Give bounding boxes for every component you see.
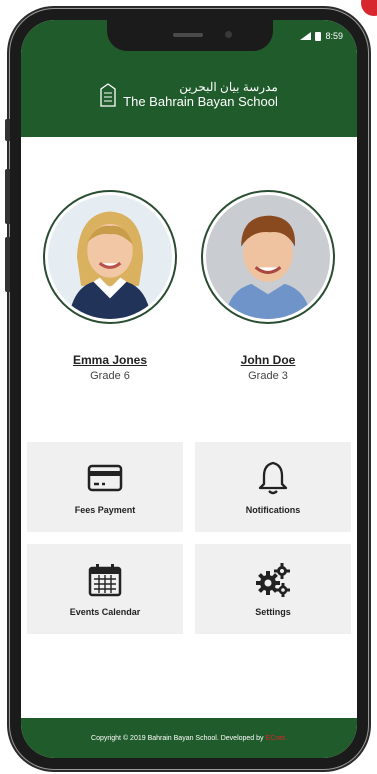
student-grade: Grade 3 <box>248 370 288 382</box>
app-footer: Copyright © 2019 Bahrain Bayan School. D… <box>21 718 357 758</box>
girl-avatar-icon <box>48 195 172 319</box>
school-branding: مدرسة بيان البحرين The Bahrain Bayan Sch… <box>21 80 357 110</box>
school-logo-icon <box>100 83 116 107</box>
student-name[interactable]: John Doe <box>241 353 296 367</box>
student-avatar[interactable] <box>201 190 335 324</box>
notifications-tile[interactable]: Notifications <box>195 442 351 532</box>
status-bar: 8:59 <box>300 31 343 41</box>
settings-tile[interactable]: Settings <box>195 544 351 634</box>
school-name-english: The Bahrain Bayan School <box>123 94 278 110</box>
app-header: 8:59 مدرسة بيان البحرين The Bahrain Baya… <box>21 20 357 137</box>
side-button <box>5 119 10 141</box>
tile-label: Settings <box>255 607 291 617</box>
student-grade: Grade 6 <box>90 370 130 382</box>
corner-badge <box>361 0 377 16</box>
student-card[interactable]: Emma Jones Grade 6 <box>40 190 180 382</box>
status-time: 8:59 <box>325 31 343 41</box>
calendar-icon <box>88 564 122 597</box>
student-name[interactable]: Emma Jones <box>73 353 147 367</box>
signal-icon <box>300 32 312 40</box>
fees-payment-tile[interactable]: Fees Payment <box>27 442 183 532</box>
app-screen: 8:59 مدرسة بيان البحرين The Bahrain Baya… <box>21 20 357 758</box>
events-calendar-tile[interactable]: Events Calendar <box>27 544 183 634</box>
menu-grid: Fees Payment Notifications Events Calend… <box>27 442 351 634</box>
students-list: Emma Jones Grade 6 John Doe Grade 3 <box>21 190 357 382</box>
tile-label: Events Calendar <box>69 607 141 617</box>
developer-link[interactable]: ECnet. <box>266 735 287 742</box>
tile-label: Notifications <box>245 505 301 515</box>
phone-notch <box>107 20 273 51</box>
copyright-text: Copyright © 2019 Bahrain Bayan School. D… <box>91 734 264 742</box>
tile-label: Fees Payment <box>74 505 136 515</box>
camera <box>225 31 232 38</box>
side-button <box>5 237 10 292</box>
student-card[interactable]: John Doe Grade 3 <box>198 190 338 382</box>
gears-icon <box>256 563 290 597</box>
boy-avatar-icon <box>206 195 330 319</box>
side-button <box>5 169 10 224</box>
student-avatar[interactable] <box>43 190 177 324</box>
phone-frame: 8:59 مدرسة بيان البحرين The Bahrain Baya… <box>5 9 368 769</box>
school-name-arabic: مدرسة بيان البحرين <box>179 80 278 94</box>
bell-icon <box>258 461 288 495</box>
credit-card-icon <box>87 464 123 492</box>
speaker <box>173 33 203 37</box>
battery-icon <box>315 31 322 41</box>
